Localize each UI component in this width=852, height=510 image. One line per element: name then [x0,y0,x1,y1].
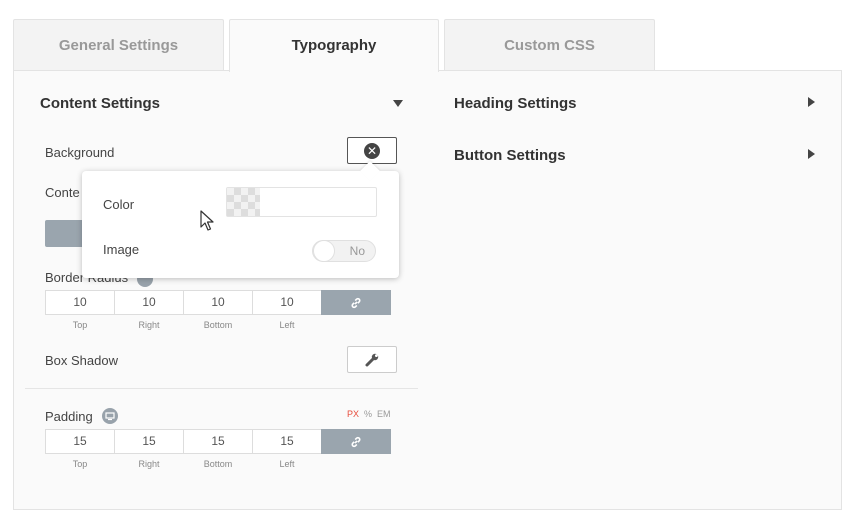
border-radius-bottom-input[interactable]: 10 [183,290,253,315]
content-settings-title[interactable]: Content Settings [40,95,160,112]
heading-settings-title[interactable]: Heading Settings [454,95,577,112]
content-label: Conte [45,185,80,200]
image-label: Image [103,242,140,257]
divider [25,388,418,389]
padding-bottom-input[interactable]: 15 [183,429,253,454]
close-icon: ✕ [364,142,380,159]
side-label-left: Left [279,320,295,330]
background-clear-button[interactable]: ✕ [347,137,397,164]
padding-side-labels: Top Right Bottom Left [45,459,321,469]
border-radius-inputs: 10 10 10 10 [45,290,391,315]
tab-custom-css[interactable]: Custom CSS [444,19,655,71]
color-label: Color [103,197,135,212]
unit-percent[interactable]: % [364,409,372,419]
color-picker-field[interactable] [226,187,377,217]
toggle-state-label: No [349,244,365,258]
tab-general-settings[interactable]: General Settings [13,19,224,71]
mouse-cursor-icon [200,210,214,231]
transparent-swatch [227,188,260,216]
wrench-icon [365,353,379,366]
side-label-bottom: Bottom [203,320,233,330]
padding-left-input[interactable]: 15 [252,429,322,454]
link-icon [351,297,361,308]
border-radius-left-input[interactable]: 10 [252,290,322,315]
border-radius-right-input[interactable]: 10 [114,290,184,315]
padding-unit-selector: PX% EM [342,409,391,419]
chevron-down-icon[interactable] [393,100,403,107]
monitor-icon [105,412,115,421]
border-radius-top-input[interactable]: 10 [45,290,115,315]
box-shadow-label: Box Shadow [45,353,118,368]
toggle-knob [313,240,335,262]
background-label: Background [45,145,115,160]
box-shadow-button[interactable] [347,346,397,373]
padding-inputs: 15 15 15 15 [45,429,391,454]
unit-px[interactable]: PX [347,409,359,419]
background-popover: Color Image No [82,161,399,278]
side-label-right: Right [138,459,160,469]
responsive-icon[interactable] [102,408,118,424]
link-icon [351,436,361,447]
padding-right-input[interactable]: 15 [114,429,184,454]
side-label-top: Top [72,459,88,469]
side-label-right: Right [138,320,160,330]
side-label-left: Left [279,459,295,469]
link-values-button[interactable] [321,429,391,454]
side-label-bottom: Bottom [203,459,233,469]
unit-em[interactable]: EM [377,409,391,419]
border-radius-side-labels: Top Right Bottom Left [45,320,321,330]
link-values-button[interactable] [321,290,391,315]
settings-panel: Content Settings Background ✕ Conte Bord… [13,70,842,510]
padding-label: Padding [45,409,93,424]
tab-typography[interactable]: Typography [229,19,439,72]
padding-top-input[interactable]: 15 [45,429,115,454]
chevron-right-icon[interactable] [808,149,815,159]
image-toggle[interactable]: No [312,240,376,262]
side-label-top: Top [72,320,88,330]
button-settings-title[interactable]: Button Settings [454,147,566,164]
chevron-right-icon[interactable] [808,97,815,107]
